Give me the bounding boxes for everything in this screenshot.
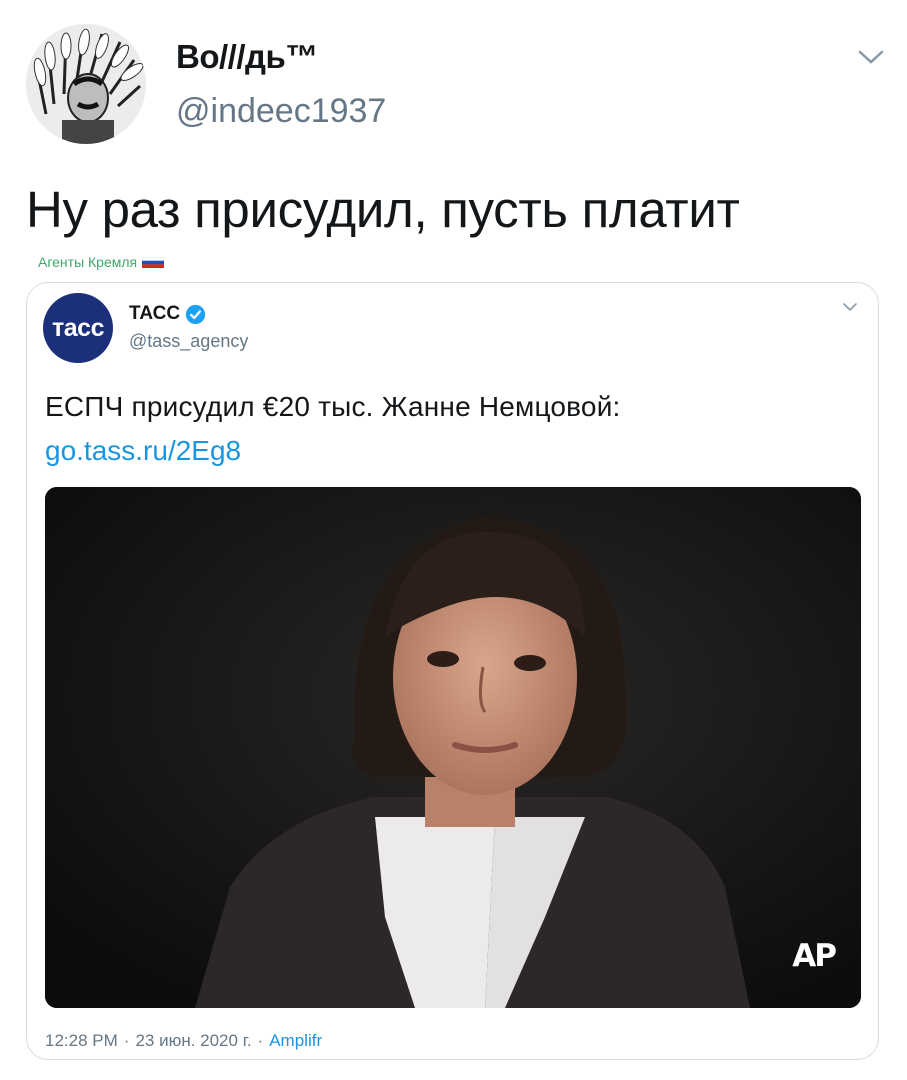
tweet-text: Ну раз присудил, пусть платит — [26, 181, 740, 238]
russia-flag-icon — [142, 256, 165, 268]
display-name[interactable]: Во///дь™ — [176, 38, 318, 76]
quoted-menu-button[interactable] — [842, 301, 858, 313]
watermark: Агенты Кремля — [38, 254, 165, 270]
chevron-down-icon — [843, 303, 857, 312]
quoted-name-label: ТАСС — [129, 303, 181, 324]
meta-separator: · — [257, 1031, 264, 1050]
tweet-time[interactable]: 12:28 PM — [45, 1031, 118, 1051]
quoted-tweet-link[interactable]: go.tass.ru/2Eg8 — [45, 435, 241, 467]
quoted-display-name[interactable]: ТАСС — [129, 303, 206, 325]
tweet-date[interactable]: 23 июн. 2020 г. — [135, 1031, 251, 1051]
portrait-photo — [45, 487, 861, 1008]
quoted-tweet-card[interactable]: тасс ТАСС @tass_agency ЕСПЧ присудил €20… — [26, 282, 879, 1060]
user-avatar[interactable] — [26, 24, 146, 144]
user-handle[interactable]: @indeec1937 — [176, 92, 386, 131]
quoted-handle[interactable]: @tass_agency — [129, 331, 248, 352]
quoted-tweet-meta: 12:28 PM · 23 июн. 2020 г. · Amplifr — [45, 1031, 322, 1051]
quoted-avatar-logo: тасс — [52, 313, 104, 342]
tweet-source[interactable]: Amplifr — [269, 1031, 322, 1051]
tweet-menu-button[interactable] — [856, 46, 886, 68]
media-photo[interactable]: AP — [45, 487, 861, 1008]
quoted-tweet-text: ЕСПЧ присудил €20 тыс. Жанне Немцовой: — [45, 391, 621, 422]
watermark-label: Агенты Кремля — [38, 254, 138, 270]
meta-separator: · — [123, 1031, 130, 1050]
verified-badge-icon — [185, 304, 206, 325]
quoted-avatar[interactable]: тасс — [43, 293, 113, 363]
ap-watermark: AP — [792, 938, 837, 974]
chevron-down-icon — [858, 50, 884, 64]
profile-portrait-icon — [26, 24, 146, 144]
tweet-screenshot: Во///дь™ @indeec1937 Ну раз присудил, пу… — [0, 0, 907, 1080]
